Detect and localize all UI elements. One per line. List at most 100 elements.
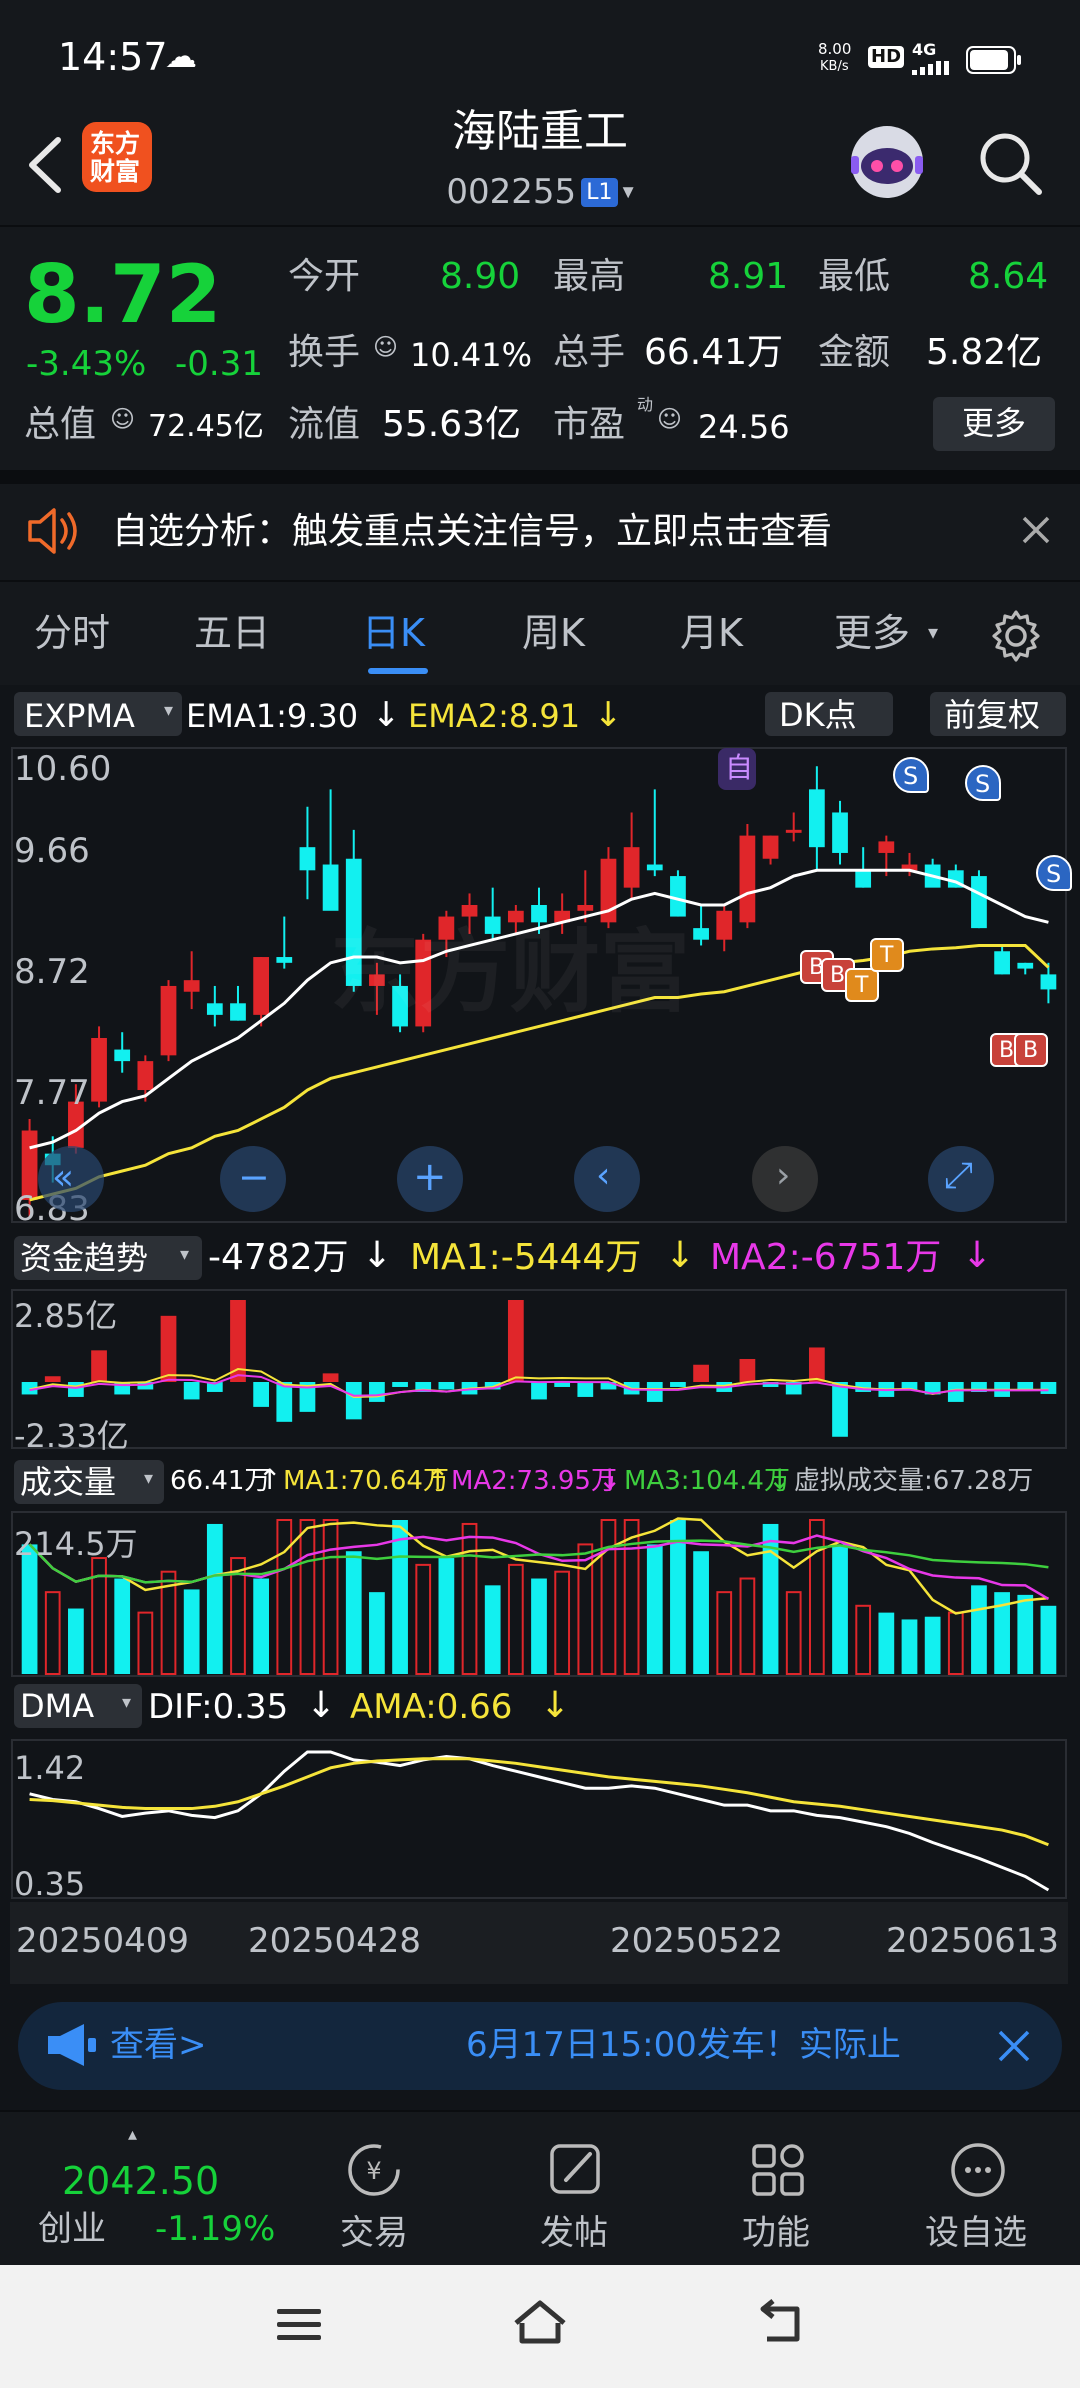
candle-body [137,1061,154,1091]
arrow-down-icon: ↓ [306,1685,337,1726]
capital-flow-ma2: MA2:-6751万 [710,1237,942,1278]
capital-flow-value: -4782万 [208,1237,349,1278]
chevron-left-icon: ‹ [596,1155,611,1196]
volume-bar [947,1611,964,1675]
dma-indicator-label: DMA [20,1687,95,1725]
bottom-toolbar: ▴ 2042.50 创业 -1.19% ¥ 交易 发帖 功能 设自选 [0,2110,1080,2265]
candle-body [808,789,825,848]
watermark: 东方财富 [330,920,690,1025]
zixuan-marker[interactable]: 自 [718,748,756,790]
candle-body [646,864,663,871]
dma-dif: DIF:0.35 [148,1687,289,1727]
trade-label[interactable]: 交易 [340,2216,408,2250]
indicator-select-capital-flow[interactable]: 资金趋势 ▾ [14,1236,202,1280]
ticker-banner[interactable]: 查看> 6月17日15:00发车！实际止 [18,2002,1062,2090]
scroll-left-button[interactable]: ‹ [574,1146,640,1212]
arrow-down-icon: ↓ [665,1235,696,1276]
volume-ma3: MA3:104.4万 [624,1466,790,1496]
volume-bar [137,1611,154,1675]
candle-body [716,910,733,940]
volume-bar [971,1585,987,1674]
scroll-left-fast-button[interactable]: « [38,1146,104,1212]
chevron-down-icon: ▾ [122,1692,132,1713]
volume-ma2: MA2:73.95万 [451,1466,617,1496]
index-value[interactable]: 2042.50 [62,2162,219,2200]
capital-flow-bar [44,1376,61,1382]
capital-flow-bar [507,1300,524,1382]
volume-bar [507,1563,524,1676]
ticker-message: 6月17日15:00发车！实际止 [466,2025,901,2065]
t-signal-marker[interactable]: T [870,938,904,972]
volume-bar [785,1591,802,1675]
add-watchlist-icon[interactable] [948,2140,1008,2200]
buy-signal-marker[interactable]: B [1014,1033,1048,1067]
y-tick-label: 7.77 [14,1073,90,1113]
grid-function-icon[interactable] [748,2140,808,2200]
candle-body [1040,974,1057,990]
volume-bar [924,1616,941,1674]
y-tick-label: 10.60 [14,749,112,789]
candle-body [762,835,779,859]
capital-flow-bar [253,1382,270,1407]
capital-flow-bar [1017,1382,1034,1390]
edit-post-icon[interactable] [546,2140,606,2200]
sell-signal-marker[interactable]: S [965,765,1001,801]
date-label: 20250522 [610,1921,784,1961]
capital-flow-y-bottom: -2.33亿 [14,1417,129,1455]
volume-bar [832,1544,848,1674]
panel-frame [11,1739,1067,1899]
capital-flow-label: 资金趋势 [20,1239,149,1277]
index-change: -1.19% [155,2209,276,2249]
zoom-out-button[interactable]: − [220,1146,286,1212]
fullscreen-button[interactable]: ⤢ [928,1146,994,1212]
candle-body [693,928,709,940]
volume-bar [878,1612,895,1674]
buy-marker-label: B [830,963,846,988]
capital-flow-bar [670,1382,686,1387]
candle-body [623,847,640,888]
trade-icon[interactable]: ¥ [344,2140,404,2200]
volume-bar [901,1619,918,1674]
capital-flow-bar [577,1382,594,1397]
sell-signal-marker[interactable]: S [893,757,929,793]
arrow-up-icon: ↑ [426,1463,450,1496]
caret-up-icon: ▴ [128,2124,138,2145]
volume-bar [68,1608,84,1674]
function-label[interactable]: 功能 [742,2216,810,2250]
candle-body [230,1003,246,1021]
dma-ama-line [29,1757,1049,1847]
back-nav-icon[interactable] [755,2297,807,2347]
candle-body [1017,962,1034,969]
volume-bar [322,1519,339,1675]
close-icon[interactable] [994,2026,1034,2066]
t-signal-marker[interactable]: T [845,968,879,1002]
volume-bar [44,1591,61,1675]
home-icon[interactable] [510,2297,570,2347]
post-label[interactable]: 发帖 [540,2216,608,2250]
dma-ama: AMA:0.66 [350,1687,513,1727]
add-watchlist-label[interactable]: 设自选 [925,2216,1027,2250]
capital-flow-ma1: MA1:-5444万 [410,1237,642,1278]
y-tick-label: 8.72 [14,952,90,992]
volume-bar [739,1577,756,1675]
scroll-right-button[interactable]: › [752,1146,818,1212]
expand-icon: ⤢ [944,1155,973,1196]
capital-flow-bar [369,1382,385,1402]
indicator-select-volume[interactable]: 成交量 ▾ [14,1460,164,1504]
capital-flow-bar [322,1373,339,1382]
capital-flow-bar [693,1364,709,1382]
ticker-left-text: 查看> [110,2025,207,2065]
candle-body [878,841,895,853]
menu-icon[interactable] [275,2305,323,2345]
volume-bar [600,1519,617,1675]
volume-bar [1040,1605,1057,1674]
sell-marker-label: S [903,762,919,790]
zoom-in-button[interactable]: + [397,1146,463,1212]
chevron-right-icon: › [776,1155,791,1196]
date-label: 20250613 [886,1921,1060,1961]
candle-body [855,870,872,888]
volume-bar [345,1551,362,1674]
indicator-select-dma[interactable]: DMA ▾ [14,1684,142,1728]
sell-signal-marker[interactable]: S [1036,855,1072,891]
volume-bar [531,1578,547,1674]
